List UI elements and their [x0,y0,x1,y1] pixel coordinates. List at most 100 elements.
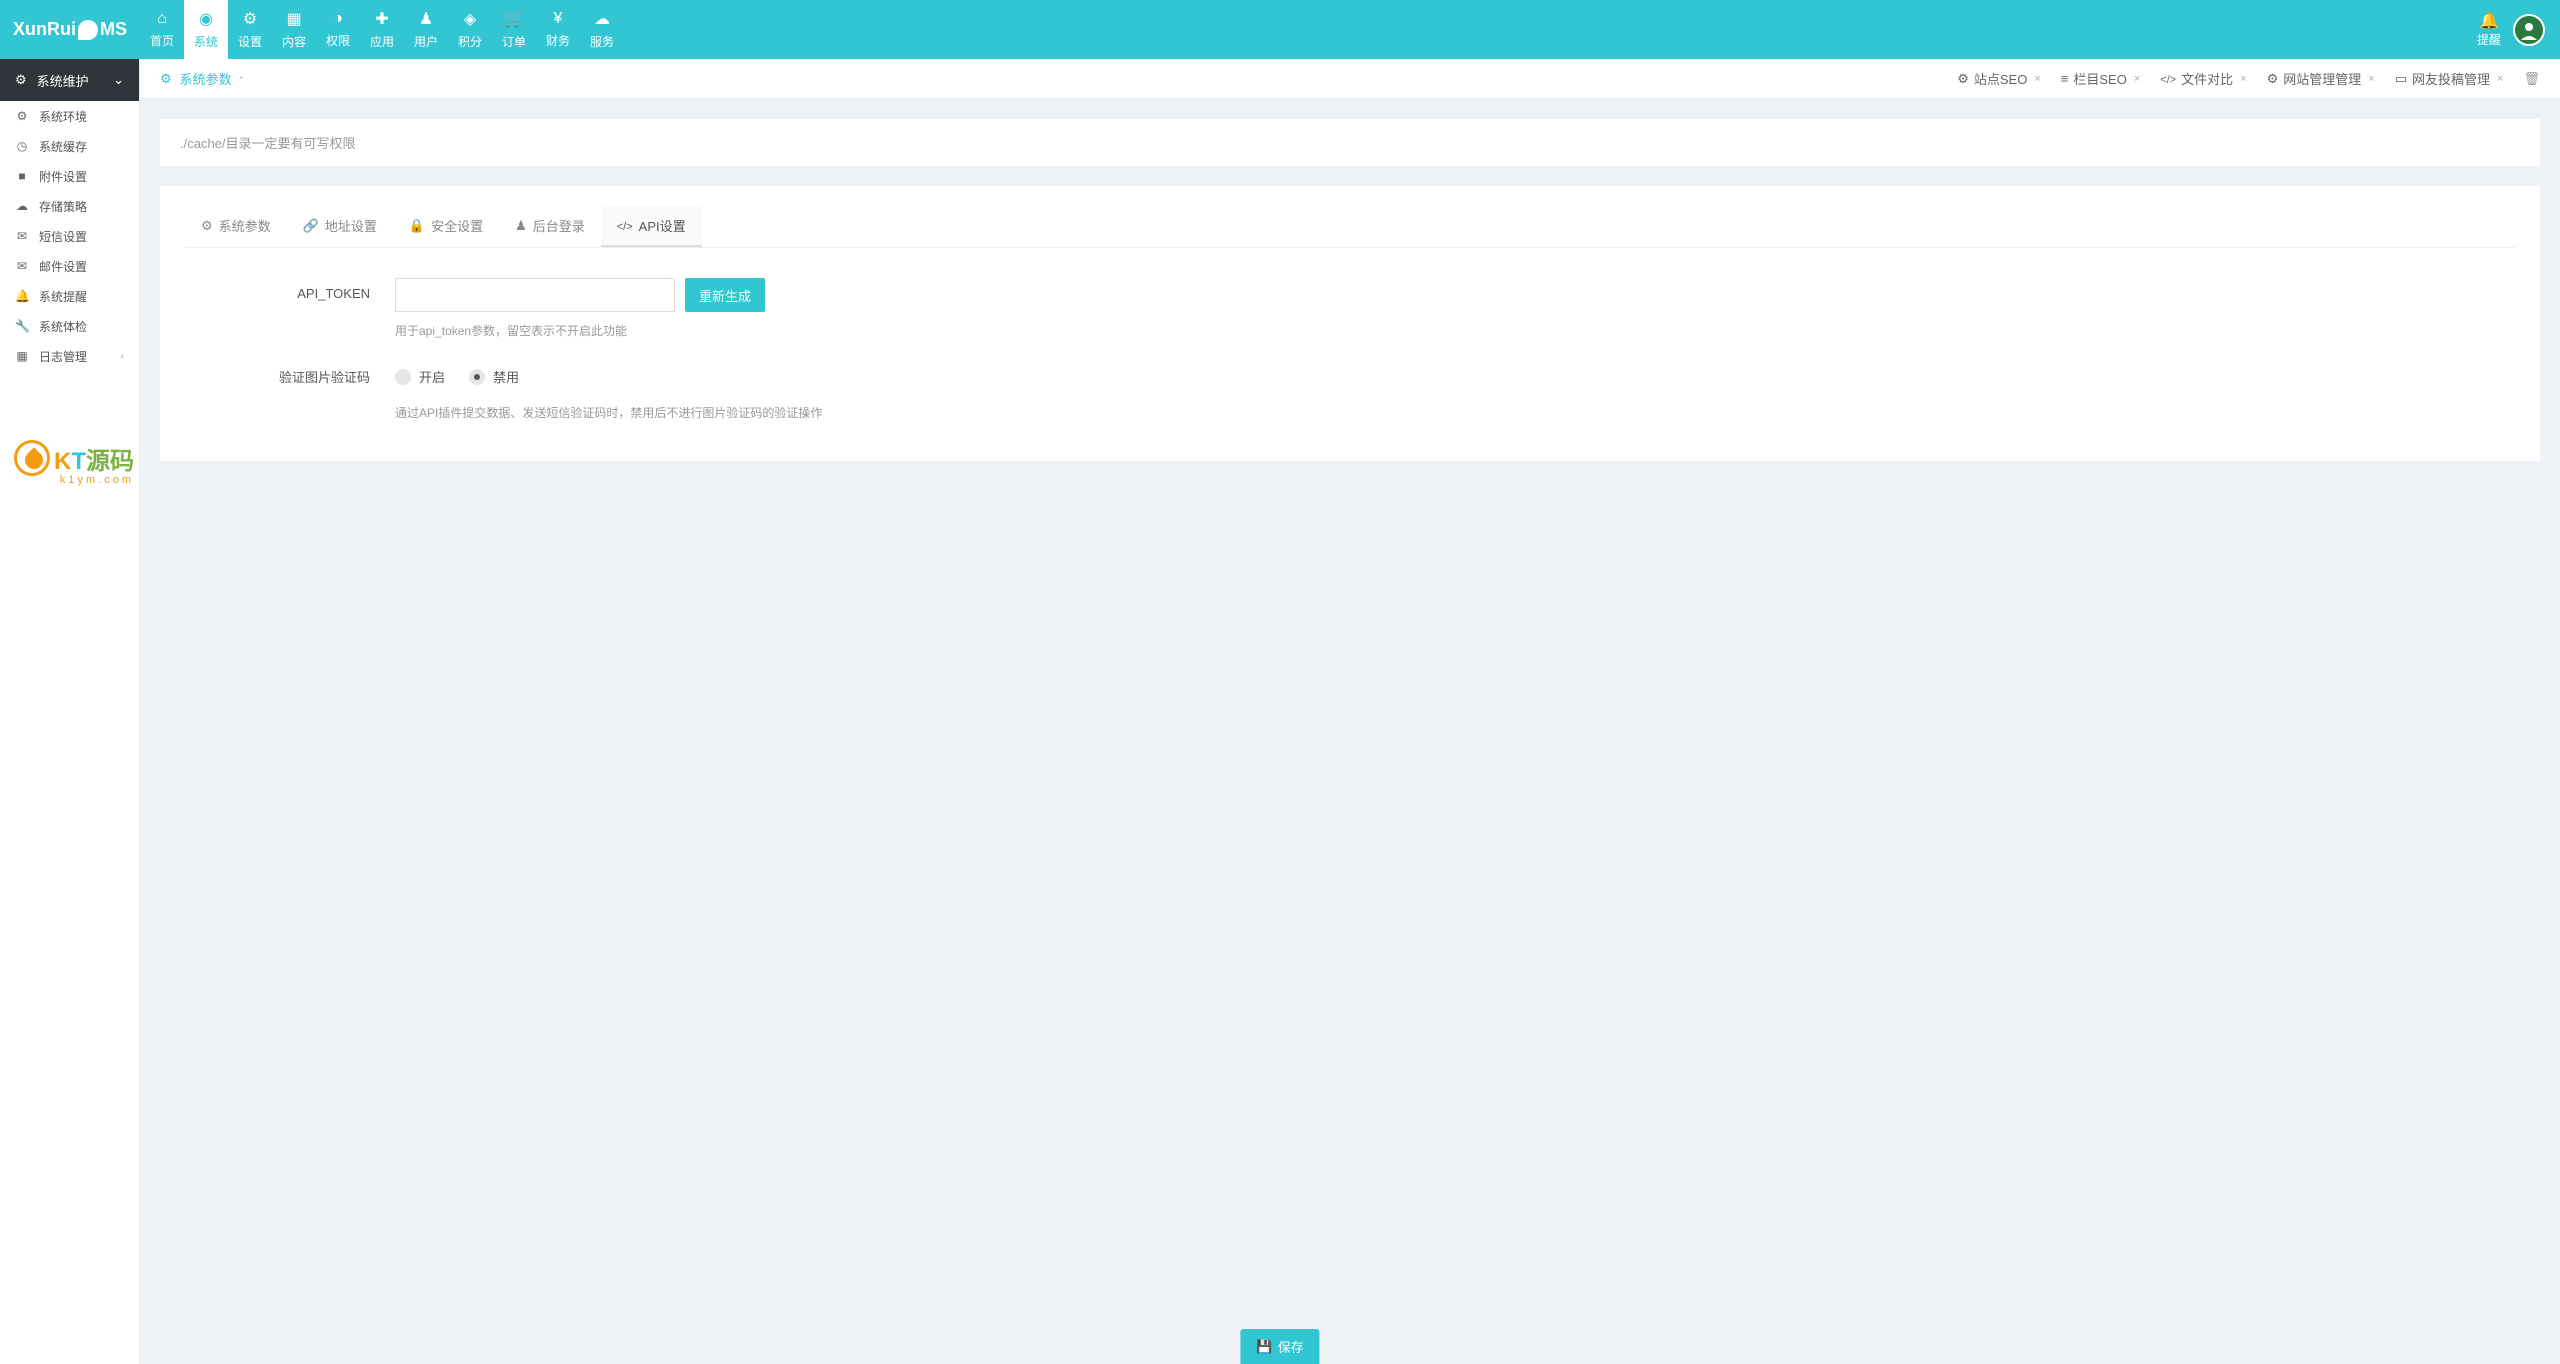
i-book-icon [2395,71,2407,87]
sidebar: 系统维护 系统环境系统缓存附件设置存储策略短信设置邮件设置系统提醒系统体检日志管… [0,59,140,1364]
top-nav-label: 权限 [326,32,350,49]
logo[interactable]: XunRui MS [0,0,140,59]
sidebar-item-6[interactable]: 系统提醒 [0,281,139,311]
top-nav: 首页系统设置内容权限应用用户积分订单财务服务 [140,0,2477,59]
tab-bar: 系统参数 • 站点SEO×栏目SEO×文件对比×网站管理管理×网友投稿管理× [140,59,2560,99]
inner-tab-1[interactable]: 地址设置 [287,206,393,247]
radio-icon [395,369,411,385]
sidebar-item-7[interactable]: 系统体检 [0,311,139,341]
top-nav-7[interactable]: 积分 [448,0,492,59]
top-nav-9[interactable]: 财务 [536,0,580,59]
avatar-icon [2519,20,2539,40]
captcha-radio-group: 开启 禁用 [395,359,2515,386]
tab-link-3[interactable]: 网站管理管理 × [2267,69,2375,88]
regenerate-button[interactable]: 重新生成 [685,278,765,312]
top-nav-label: 用户 [414,33,438,50]
tab-link-0[interactable]: 站点SEO × [1957,69,2041,88]
top-nav-0[interactable]: 首页 [140,0,184,59]
inner-tab-2[interactable]: 安全设置 [393,206,499,247]
close-icon[interactable]: × [2240,73,2246,85]
i-cog-icon [15,109,29,123]
tab-link-label: 站点SEO [1974,69,2027,88]
i-user-shield-icon [333,10,343,28]
sidebar-item-1[interactable]: 系统缓存 [0,131,139,161]
top-nav-8[interactable]: 订单 [492,0,536,59]
close-icon[interactable]: × [2134,73,2140,85]
notify-button[interactable]: 提醒 [2477,11,2501,48]
inner-tab-label: 地址设置 [325,216,377,235]
top-nav-label: 服务 [590,33,614,50]
chevron-down-icon [113,72,124,88]
sidebar-item-label: 系统缓存 [39,138,87,155]
i-envelope-icon [15,229,29,243]
gear-icon [160,71,172,87]
i-clock-icon [15,139,29,153]
sidebar-item-label: 邮件设置 [39,258,87,275]
main-content: 系统参数 • 站点SEO×栏目SEO×文件对比×网站管理管理×网友投稿管理× .… [140,59,2560,481]
i-bell-icon [15,289,29,303]
top-nav-label: 订单 [502,33,526,50]
tab-link-1[interactable]: 栏目SEO × [2061,69,2141,88]
top-nav-1[interactable]: 系统 [184,0,228,59]
tab-bar-current[interactable]: 系统参数 • [160,69,243,88]
i-cog-icon [201,218,213,234]
i-user-icon [419,9,433,29]
top-nav-10[interactable]: 服务 [580,0,624,59]
sidebar-item-0[interactable]: 系统环境 [0,101,139,131]
api-token-input[interactable] [395,278,675,312]
inner-tab-4[interactable]: API设置 [601,206,702,247]
sidebar-header[interactable]: 系统维护 [0,59,139,101]
top-nav-5[interactable]: 应用 [360,0,404,59]
top-right: 提醒 [2477,0,2560,59]
i-cogs-icon [243,9,257,29]
i-link-icon [303,218,319,234]
api-token-row: API_TOKEN 重新生成 用于api_token参数，留空表示不开启此功能 [185,278,2515,339]
logo-icon [78,20,98,40]
i-home-icon [157,10,167,28]
bell-icon [2479,11,2499,31]
tab-link-label: 栏目SEO [2073,69,2126,88]
avatar[interactable] [2513,14,2545,46]
i-code-icon [2160,71,2176,86]
top-nav-label: 设置 [238,33,262,50]
radio-on-label: 开启 [419,367,445,386]
tab-link-2[interactable]: 文件对比 × [2160,69,2246,88]
sidebar-item-8[interactable]: 日志管理 [0,341,139,371]
sidebar-item-4[interactable]: 短信设置 [0,221,139,251]
notify-label: 提醒 [2477,31,2501,48]
top-nav-3[interactable]: 内容 [272,0,316,59]
trash-icon[interactable] [2523,71,2540,87]
inner-tab-0[interactable]: 系统参数 [185,206,287,247]
i-user-icon [515,218,527,234]
i-globe-icon [199,9,213,29]
inner-tab-label: 安全设置 [431,216,483,235]
close-icon[interactable]: × [2034,73,2040,85]
sidebar-item-3[interactable]: 存储策略 [0,191,139,221]
sidebar-item-2[interactable]: 附件设置 [0,161,139,191]
sidebar-item-5[interactable]: 邮件设置 [0,251,139,281]
radio-off-label: 禁用 [493,367,519,386]
api-token-help: 用于api_token参数，留空表示不开启此功能 [395,322,2515,339]
inner-tab-label: 后台登录 [533,216,585,235]
top-header: XunRui MS 首页系统设置内容权限应用用户积分订单财务服务 提醒 [0,0,2560,59]
inner-tabs: 系统参数 地址设置 安全设置 后台登录 API设置 [185,206,2515,248]
i-yen-icon [554,10,563,28]
save-button[interactable]: 保存 [1240,1329,1319,1364]
close-icon[interactable]: × [2497,73,2503,85]
i-lock-icon [409,218,425,234]
tab-dot: • [240,73,244,84]
tab-link-label: 网站管理管理 [2283,69,2361,88]
top-nav-6[interactable]: 用户 [404,0,448,59]
close-icon[interactable]: × [2368,73,2374,85]
top-nav-2[interactable]: 设置 [228,0,272,59]
i-list-icon [2061,71,2069,86]
sidebar-item-label: 日志管理 [39,348,87,365]
inner-tab-3[interactable]: 后台登录 [499,206,601,247]
top-nav-4[interactable]: 权限 [316,0,360,59]
tab-link-label: 文件对比 [2181,69,2233,88]
captcha-on-radio[interactable]: 开启 [395,367,445,386]
chevron-left-icon [121,351,124,362]
alert-message: ./cache/目录一定要有可写权限 [160,119,2540,166]
tab-link-4[interactable]: 网友投稿管理× [2395,69,2504,88]
captcha-off-radio[interactable]: 禁用 [469,367,519,386]
